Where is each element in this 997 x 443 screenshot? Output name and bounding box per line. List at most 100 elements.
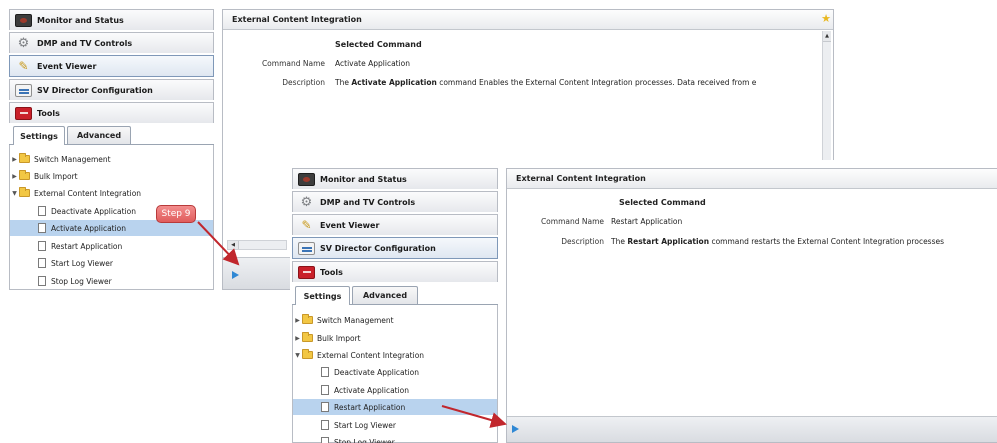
command-name-label: Command Name [540, 217, 604, 226]
description-command: Activate Application [351, 78, 437, 87]
pencil-icon: ✎ [18, 59, 29, 73]
command-icon [38, 223, 46, 233]
folder-icon [302, 314, 313, 324]
nav-monitor-and-status[interactable]: Monitor and Status [292, 168, 498, 189]
tree-item-activate-application[interactable]: Activate Application [293, 382, 497, 398]
panel-title: External Content Integration [232, 15, 362, 24]
tree-item-label: Bulk Import [317, 333, 361, 343]
nav-event-viewer[interactable]: ✎ Event Viewer [292, 214, 498, 235]
tree-item-label: Restart Application [51, 241, 123, 251]
play-icon[interactable] [512, 425, 519, 433]
nav-event-viewer[interactable]: ✎ Event Viewer [9, 55, 214, 77]
star-icon[interactable]: ★ [821, 13, 831, 24]
folder-icon [19, 153, 30, 163]
tree-item-label: Activate Application [334, 385, 410, 395]
tree-item-label: Stop Log Viewer [334, 437, 395, 443]
nav-label: SV Director Configuration [320, 243, 436, 253]
folder-icon [19, 170, 30, 180]
nav-sv-director-configuration[interactable]: SV Director Configuration [9, 79, 214, 100]
tree-item-restart-application[interactable]: Restart Application [10, 238, 213, 254]
command-icon [38, 276, 46, 286]
play-icon[interactable] [232, 271, 239, 279]
description-text: The [335, 78, 352, 87]
content-panel: External Content Integration Selected Co… [506, 168, 997, 443]
description-label: Description [282, 78, 325, 87]
collapse-icon[interactable]: ▼ [293, 352, 302, 359]
command-icon [38, 241, 46, 251]
scroll-left-icon[interactable]: ◀ [228, 241, 239, 249]
description-label: Description [561, 237, 604, 246]
tree-item-label: External Content Integration [34, 188, 142, 198]
navigation-panel: Monitor and Status ⚙ DMP and TV Controls… [292, 168, 498, 443]
nav-tools[interactable]: Tools [292, 261, 498, 282]
command-icon [321, 385, 329, 395]
tree-item-restart-application[interactable]: Restart Application [293, 399, 497, 415]
tree-item-label: Switch Management [34, 154, 111, 164]
tab-settings[interactable]: Settings [13, 126, 65, 145]
gear-icon: ⚙ [300, 194, 313, 210]
command-icon [321, 420, 329, 430]
pencil-icon: ✎ [301, 218, 312, 232]
nav-dmp-and-tv-controls[interactable]: ⚙ DMP and TV Controls [9, 32, 214, 53]
command-icon [321, 402, 329, 412]
command-icon [38, 258, 46, 268]
tab-advanced[interactable]: Advanced [352, 286, 418, 304]
tree-item-stop-log-viewer[interactable]: Stop Log Viewer [10, 273, 213, 289]
tree-item-label: External Content Integration [317, 350, 425, 360]
tree-item-stop-log-viewer[interactable]: Stop Log Viewer [293, 434, 497, 443]
tab-settings[interactable]: Settings [295, 286, 350, 305]
nav-label: DMP and TV Controls [320, 197, 416, 207]
expand-icon[interactable]: ▶ [293, 317, 302, 324]
tree-item-deactivate-application[interactable]: Deactivate Application [293, 364, 497, 380]
section-title: Selected Command [335, 40, 422, 49]
nav-monitor-and-status[interactable]: Monitor and Status [9, 9, 214, 30]
collapse-icon[interactable]: ▼ [10, 190, 19, 197]
tree-item-label: Switch Management [317, 315, 394, 325]
tree-item-start-log-viewer[interactable]: Start Log Viewer [293, 417, 497, 433]
nav-sv-director-configuration[interactable]: SV Director Configuration [292, 237, 498, 259]
tree-item-bulk-import[interactable]: ▶ Bulk Import [10, 168, 213, 184]
nav-label: Tools [320, 267, 343, 277]
scroll-up-icon[interactable]: ▲ [823, 31, 831, 42]
sv-director-icon [298, 241, 315, 255]
toolbox-icon [15, 106, 32, 120]
panel-header: External Content Integration [223, 10, 833, 30]
tree-item-external-content-integration[interactable]: ▼ External Content Integration [293, 347, 497, 363]
nav-label: Monitor and Status [320, 174, 407, 184]
tree-item-label: Deactivate Application [334, 367, 420, 377]
nav-tools[interactable]: Tools [9, 102, 214, 123]
panel-footer [507, 416, 997, 442]
tree-item-label: Restart Application [334, 402, 406, 412]
command-icon [321, 437, 329, 443]
nav-label: DMP and TV Controls [37, 38, 133, 48]
command-icon [38, 206, 46, 216]
tree-item-external-content-integration[interactable]: ▼ External Content Integration [10, 185, 213, 201]
tree-item-switch-management[interactable]: ▶ Switch Management [293, 312, 497, 328]
tree-item-label: Start Log Viewer [334, 420, 396, 430]
screenshot-restart-application: Monitor and Status ⚙ DMP and TV Controls… [290, 160, 997, 443]
tree-item-label: Deactivate Application [51, 206, 137, 216]
navigation-panel: Monitor and Status ⚙ DMP and TV Controls… [9, 9, 214, 290]
nav-dmp-and-tv-controls[interactable]: ⚙ DMP and TV Controls [292, 191, 498, 212]
horizontal-scrollbar[interactable]: ◀ [227, 240, 287, 250]
command-name-label: Command Name [261, 59, 325, 68]
tree-item-switch-management[interactable]: ▶ Switch Management [10, 151, 213, 167]
description-text: command Enables the External Content Int… [436, 78, 757, 87]
panel-header: External Content Integration [507, 169, 997, 189]
tree-item-start-log-viewer[interactable]: Start Log Viewer [10, 255, 213, 271]
tree-item-bulk-import[interactable]: ▶ Bulk Import [293, 330, 497, 346]
description-command: Restart Application [627, 237, 710, 246]
gear-icon: ⚙ [17, 35, 30, 51]
monitor-status-icon [298, 172, 315, 186]
description-text: The [611, 237, 628, 246]
settings-tabs: Settings Advanced [292, 284, 498, 305]
expand-icon[interactable]: ▶ [10, 173, 19, 180]
expand-icon[interactable]: ▶ [293, 335, 302, 342]
tree-item-label: Stop Log Viewer [51, 276, 112, 286]
tab-advanced[interactable]: Advanced [67, 126, 131, 144]
nav-label: Event Viewer [320, 220, 380, 230]
toolbox-icon [298, 265, 315, 279]
expand-icon[interactable]: ▶ [10, 156, 19, 163]
panel-title: External Content Integration [516, 174, 646, 183]
settings-tabs: Settings Advanced [9, 124, 214, 145]
